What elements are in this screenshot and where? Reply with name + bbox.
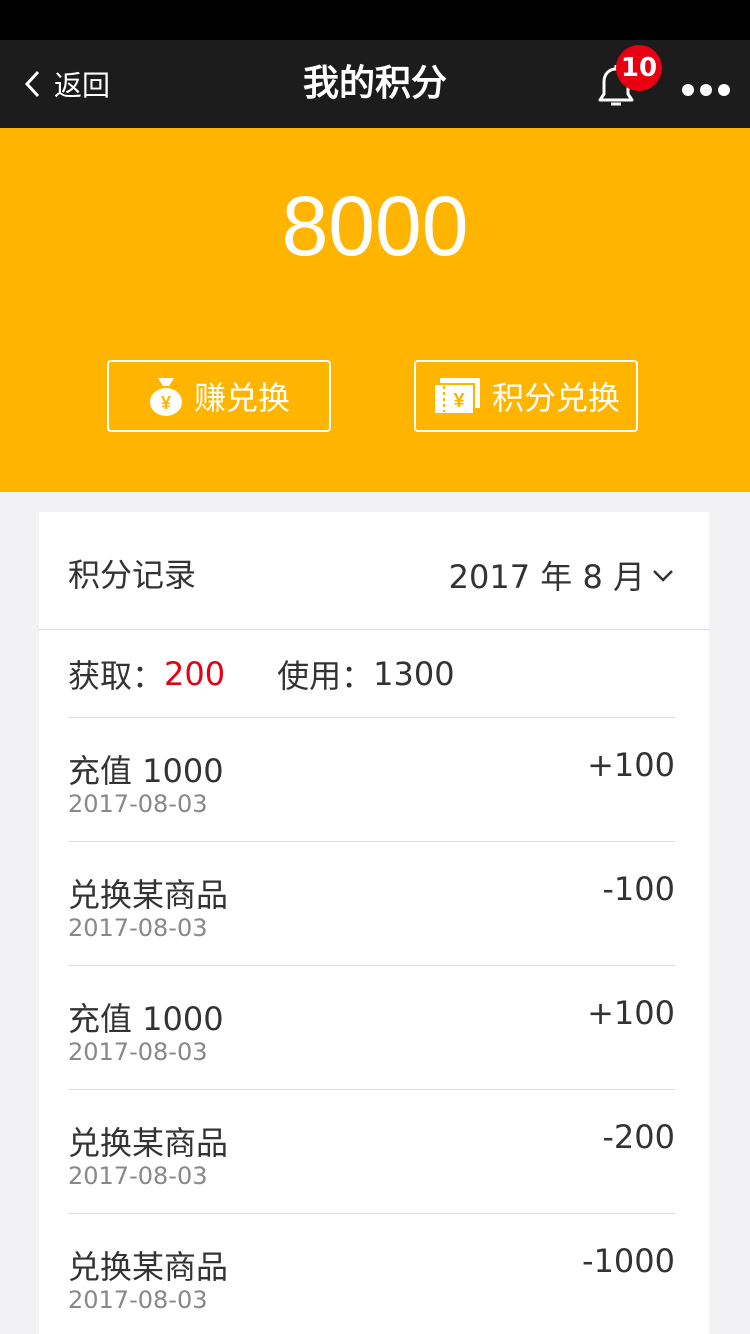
month-label: 2017 年 8 月: [448, 558, 645, 596]
earn-button[interactable]: ¥ 赚兑换: [107, 360, 331, 432]
redeem-button-label: 积分兑换: [491, 379, 620, 417]
record-row-date: 2017-08-03: [68, 914, 208, 942]
back-label: 返回: [54, 69, 111, 102]
record-title: 积分记录: [68, 556, 197, 594]
record-row-title: 兑换某商品: [68, 876, 229, 914]
status-bar: [0, 0, 750, 40]
redeem-button[interactable]: ¥ 积分兑换: [414, 360, 638, 432]
money-bag-icon: ¥: [148, 374, 184, 418]
bell-icon: [590, 65, 642, 116]
record-row-title: 兑换某商品: [68, 1124, 229, 1162]
use-summary-label: 使用：: [277, 656, 374, 695]
points-header: 8000 ¥ 赚兑换 ¥ 积分兑换: [0, 128, 750, 492]
record-row-title: 充值 1000: [68, 752, 224, 790]
record-row[interactable]: 兑换某商品 2017-08-03 -200: [68, 1090, 675, 1214]
more-dots-icon: [682, 84, 694, 96]
earn-summary-label: 获取：: [68, 656, 165, 695]
record-row-date: 2017-08-03: [68, 1038, 208, 1066]
chevron-left-icon: [22, 69, 42, 99]
points-record-card: 积分记录 2017 年 8 月 获取： 200 使用： 1300 充值 1000…: [39, 512, 709, 1334]
record-header: 积分记录 2017 年 8 月: [39, 512, 709, 630]
svg-text:¥: ¥: [161, 393, 171, 413]
record-summary: 获取： 200 使用： 1300: [68, 630, 675, 718]
record-row[interactable]: 兑换某商品 2017-08-03 -100: [68, 842, 675, 966]
more-button[interactable]: [676, 70, 732, 112]
back-button[interactable]: 返回: [22, 40, 110, 128]
record-row[interactable]: 兑换某商品 2017-08-03 -1000: [68, 1214, 675, 1334]
use-summary-value: 1300: [373, 654, 455, 693]
record-row-date: 2017-08-03: [68, 1286, 208, 1314]
record-row-amount: +100: [587, 994, 675, 1032]
points-total: 8000: [281, 179, 469, 273]
record-row-date: 2017-08-03: [68, 1162, 208, 1190]
record-row-amount: -1000: [582, 1242, 675, 1280]
notification-badge: 10: [616, 45, 662, 91]
record-row-title: 充值 1000: [68, 1000, 224, 1038]
chevron-down-icon: [651, 565, 675, 585]
record-row[interactable]: 充值 1000 2017-08-03 +100: [68, 966, 675, 1090]
record-row-amount: +100: [587, 746, 675, 784]
record-row-title: 兑换某商品: [68, 1248, 229, 1286]
record-row[interactable]: 充值 1000 2017-08-03 +100: [68, 718, 675, 842]
earn-summary-value: 200: [164, 654, 226, 693]
month-picker[interactable]: 2017 年 8 月: [449, 512, 675, 638]
svg-text:¥: ¥: [453, 390, 465, 412]
record-row-amount: -100: [602, 870, 675, 908]
record-row-amount: -200: [602, 1118, 675, 1156]
record-row-date: 2017-08-03: [68, 790, 208, 818]
earn-button-label: 赚兑换: [193, 379, 290, 417]
ticket-icon: ¥: [432, 376, 482, 416]
